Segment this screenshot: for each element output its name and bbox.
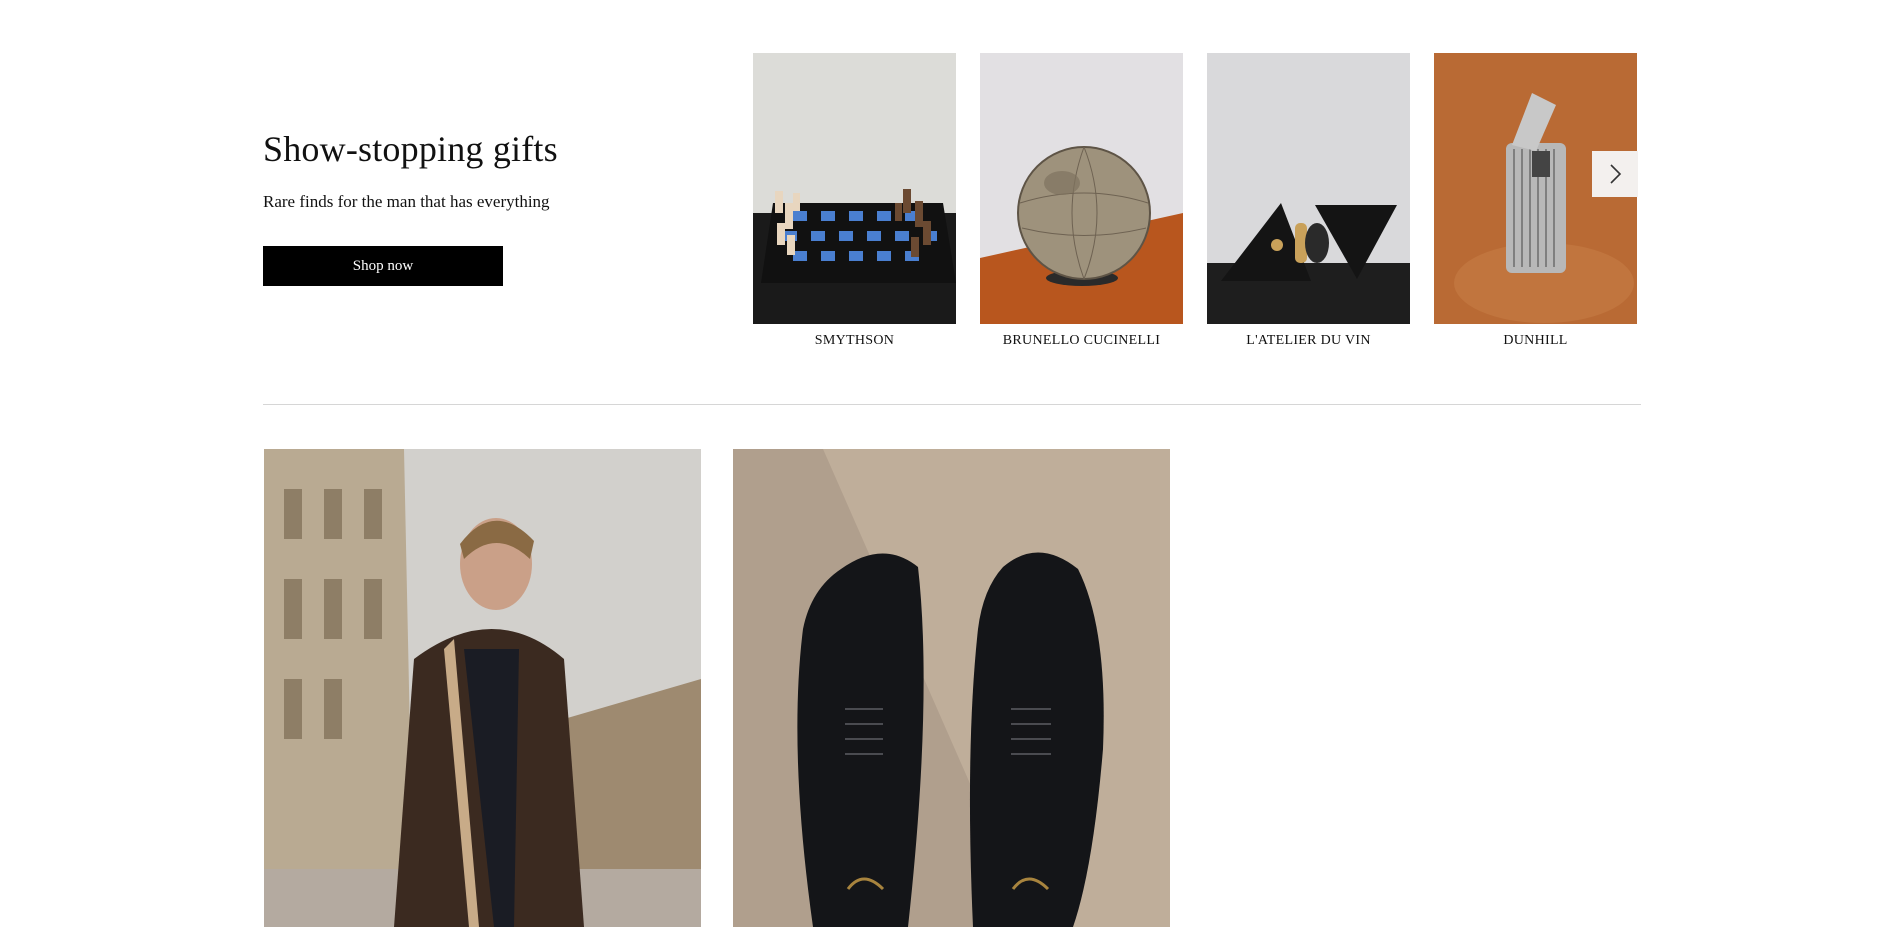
carousel-card-brunello-cucinelli[interactable]: BRUNELLO CUCINELLI bbox=[980, 53, 1183, 349]
chess-set-image[interactable] bbox=[753, 53, 956, 324]
wine-tool-set-image[interactable] bbox=[1207, 53, 1410, 324]
section-divider bbox=[263, 404, 1641, 405]
brand-label[interactable]: BRUNELLO CUCINELLI bbox=[980, 333, 1183, 349]
brand-label[interactable]: DUNHILL bbox=[1434, 333, 1637, 349]
editorial-tile-man-in-coat[interactable] bbox=[264, 449, 701, 927]
carousel-card-smythson[interactable]: SMYTHSON bbox=[753, 53, 956, 349]
chevron-right-icon bbox=[1610, 164, 1622, 184]
brand-label[interactable]: L'ATELIER DU VIN bbox=[1207, 333, 1410, 349]
globe-image[interactable] bbox=[980, 53, 1183, 324]
promo-title: Show-stopping gifts bbox=[263, 129, 558, 169]
shop-now-button[interactable]: Shop now bbox=[263, 246, 503, 286]
promo-text-block: Show-stopping gifts Rare finds for the m… bbox=[263, 128, 693, 212]
brand-label[interactable]: SMYTHSON bbox=[753, 333, 956, 349]
promo-subtitle: Rare finds for the man that has everythi… bbox=[263, 192, 550, 211]
editorial-tile-oxford-shoes[interactable] bbox=[733, 449, 1170, 927]
carousel-card-dunhill[interactable]: DUNHILL bbox=[1434, 53, 1637, 349]
carousel-next-button[interactable] bbox=[1592, 151, 1638, 197]
carousel-card-latelier-du-vin[interactable]: L'ATELIER DU VIN bbox=[1207, 53, 1410, 349]
product-carousel: SMYTHSON BRUNELLO CUCINELLI L'ATELIER DU… bbox=[753, 53, 1638, 353]
